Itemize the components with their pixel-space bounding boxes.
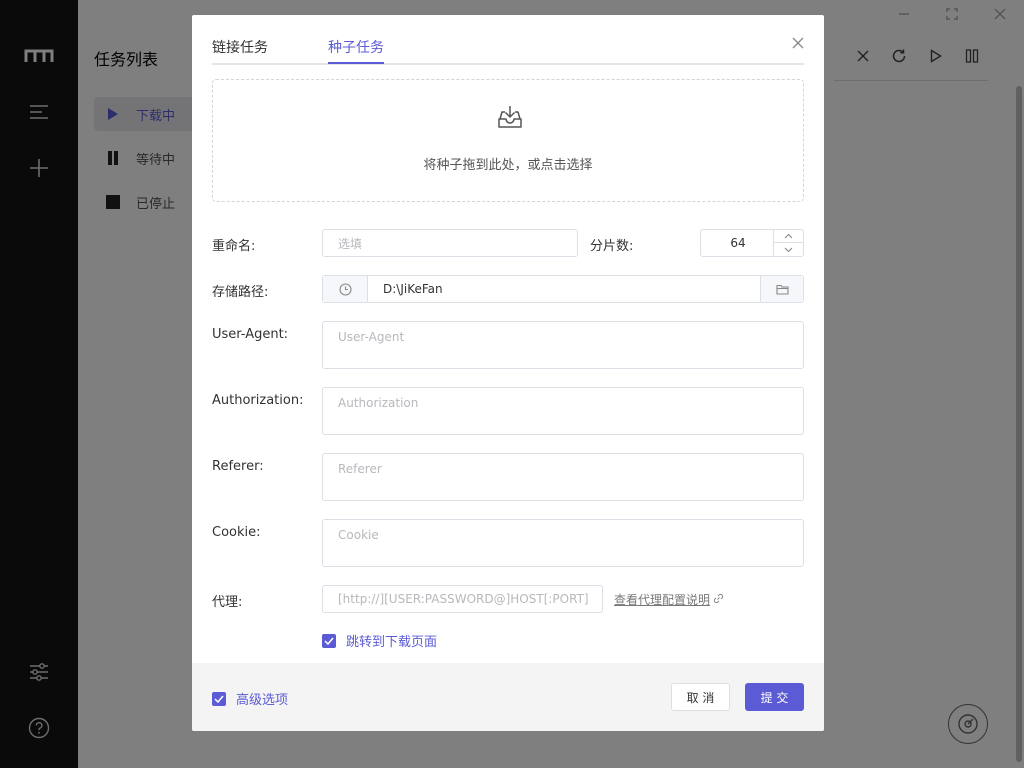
torrent-dropzone[interactable]: 将种子拖到此处，或点击选择 bbox=[212, 79, 804, 202]
checkbox-checked-icon[interactable] bbox=[322, 633, 336, 648]
tab-torrent-task[interactable]: 种子任务 bbox=[328, 37, 384, 65]
checkbox-checked-icon[interactable] bbox=[212, 691, 226, 706]
submit-button[interactable]: 提 交 bbox=[745, 683, 804, 711]
authorization-input[interactable]: Authorization bbox=[322, 387, 804, 435]
split-label: 分片数: bbox=[590, 239, 634, 254]
dropzone-text: 将种子拖到此处，或点击选择 bbox=[423, 158, 593, 173]
split-stepper[interactable]: 64 bbox=[700, 229, 804, 257]
jump-checkbox-label: 跳转到下载页面 bbox=[346, 635, 438, 650]
proxy-input[interactable]: [http://][USER:PASSWORD@]HOST[:PORT] bbox=[322, 585, 603, 613]
add-task-dialog: 链接任务 种子任务 将种子拖到此处，或点击选择 重命名: 选填 分片数: 64 … bbox=[192, 15, 824, 731]
referer-label: Referer: bbox=[212, 459, 264, 474]
split-value[interactable]: 64 bbox=[701, 230, 775, 256]
authorization-label: Authorization: bbox=[212, 393, 304, 408]
path-input[interactable]: D:\JiKeFan bbox=[383, 276, 443, 302]
active-tab-indicator bbox=[328, 62, 384, 64]
stepper-buttons bbox=[773, 230, 803, 256]
cookie-input[interactable]: Cookie bbox=[322, 519, 804, 567]
inbox-download-icon bbox=[496, 103, 524, 131]
chevron-up-icon[interactable] bbox=[774, 230, 803, 243]
link-icon bbox=[713, 593, 724, 607]
history-icon[interactable] bbox=[323, 276, 368, 302]
proxy-label: 代理: bbox=[212, 595, 243, 610]
path-input-group: D:\JiKeFan bbox=[322, 275, 804, 303]
advanced-checkbox-label: 高级选项 bbox=[236, 693, 289, 708]
dialog-tabs: 链接任务 种子任务 bbox=[212, 15, 804, 65]
cancel-button[interactable]: 取 消 bbox=[671, 683, 730, 711]
cookie-label: Cookie: bbox=[212, 525, 261, 540]
proxy-help-link[interactable]: 查看代理配置说明 bbox=[614, 591, 724, 608]
rename-label: 重命名: bbox=[212, 239, 256, 254]
jump-to-download-checkbox[interactable]: 跳转到下载页面 bbox=[322, 631, 437, 650]
path-label: 存储路径: bbox=[212, 285, 269, 300]
user-agent-input[interactable]: User-Agent bbox=[322, 321, 804, 369]
chevron-down-icon[interactable] bbox=[774, 243, 803, 256]
dialog-footer: 高级选项 取 消 提 交 bbox=[192, 663, 824, 731]
user-agent-label: User-Agent: bbox=[212, 327, 289, 342]
folder-icon[interactable] bbox=[760, 276, 803, 302]
proxy-help-text: 查看代理配置说明 bbox=[614, 593, 711, 607]
rename-input[interactable]: 选填 bbox=[322, 229, 578, 257]
tab-link-task[interactable]: 链接任务 bbox=[212, 37, 268, 65]
referer-input[interactable]: Referer bbox=[322, 453, 804, 501]
close-icon[interactable] bbox=[790, 35, 806, 51]
advanced-options-checkbox[interactable]: 高级选项 bbox=[212, 689, 288, 708]
